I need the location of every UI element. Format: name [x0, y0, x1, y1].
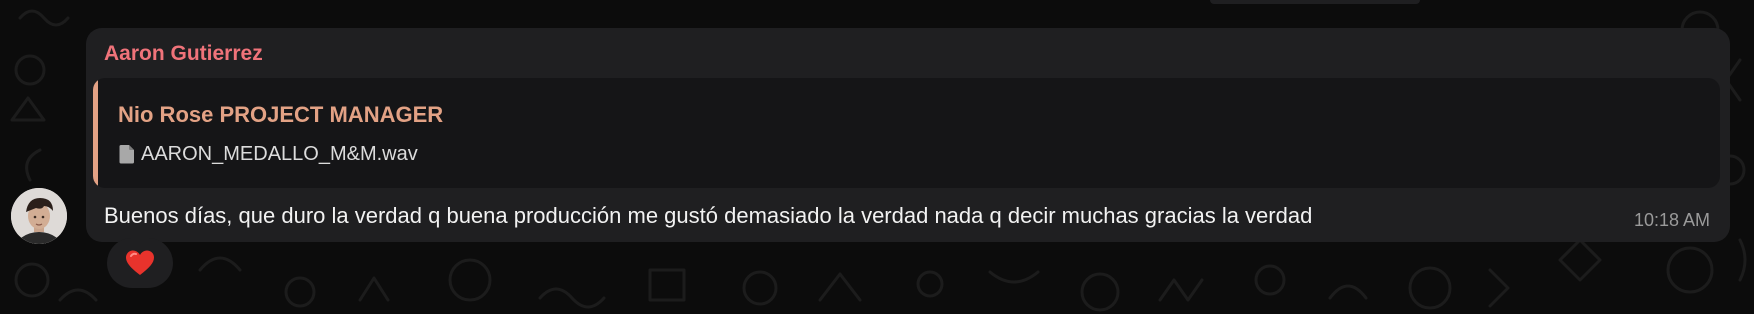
message-text: Buenos días, que duro la verdad q buena …	[104, 203, 1313, 228]
quote-accent-bar	[93, 78, 98, 188]
quoted-message[interactable]: Nio Rose PROJECT MANAGER AARON_MEDALLO_M…	[93, 78, 1720, 188]
red-heart-icon	[126, 250, 154, 275]
sender-name[interactable]: Aaron Gutierrez	[104, 42, 263, 66]
message-bubble[interactable]: Aaron Gutierrez Nio Rose PROJECT MANAGER…	[86, 28, 1730, 242]
quoted-author: Nio Rose PROJECT MANAGER	[118, 102, 444, 127]
quoted-file-name: AARON_MEDALLO_M&M.wav	[141, 142, 418, 165]
previous-message-bubble-edge	[1210, 0, 1420, 4]
file-icon	[118, 144, 136, 164]
message-timestamp: 10:18 AM	[1633, 210, 1710, 230]
reaction-heart[interactable]	[107, 238, 173, 288]
user-avatar-photo	[11, 188, 67, 244]
sender-avatar[interactable]	[11, 188, 67, 244]
quoted-file: AARON_MEDALLO_M&M.wav	[118, 141, 418, 167]
